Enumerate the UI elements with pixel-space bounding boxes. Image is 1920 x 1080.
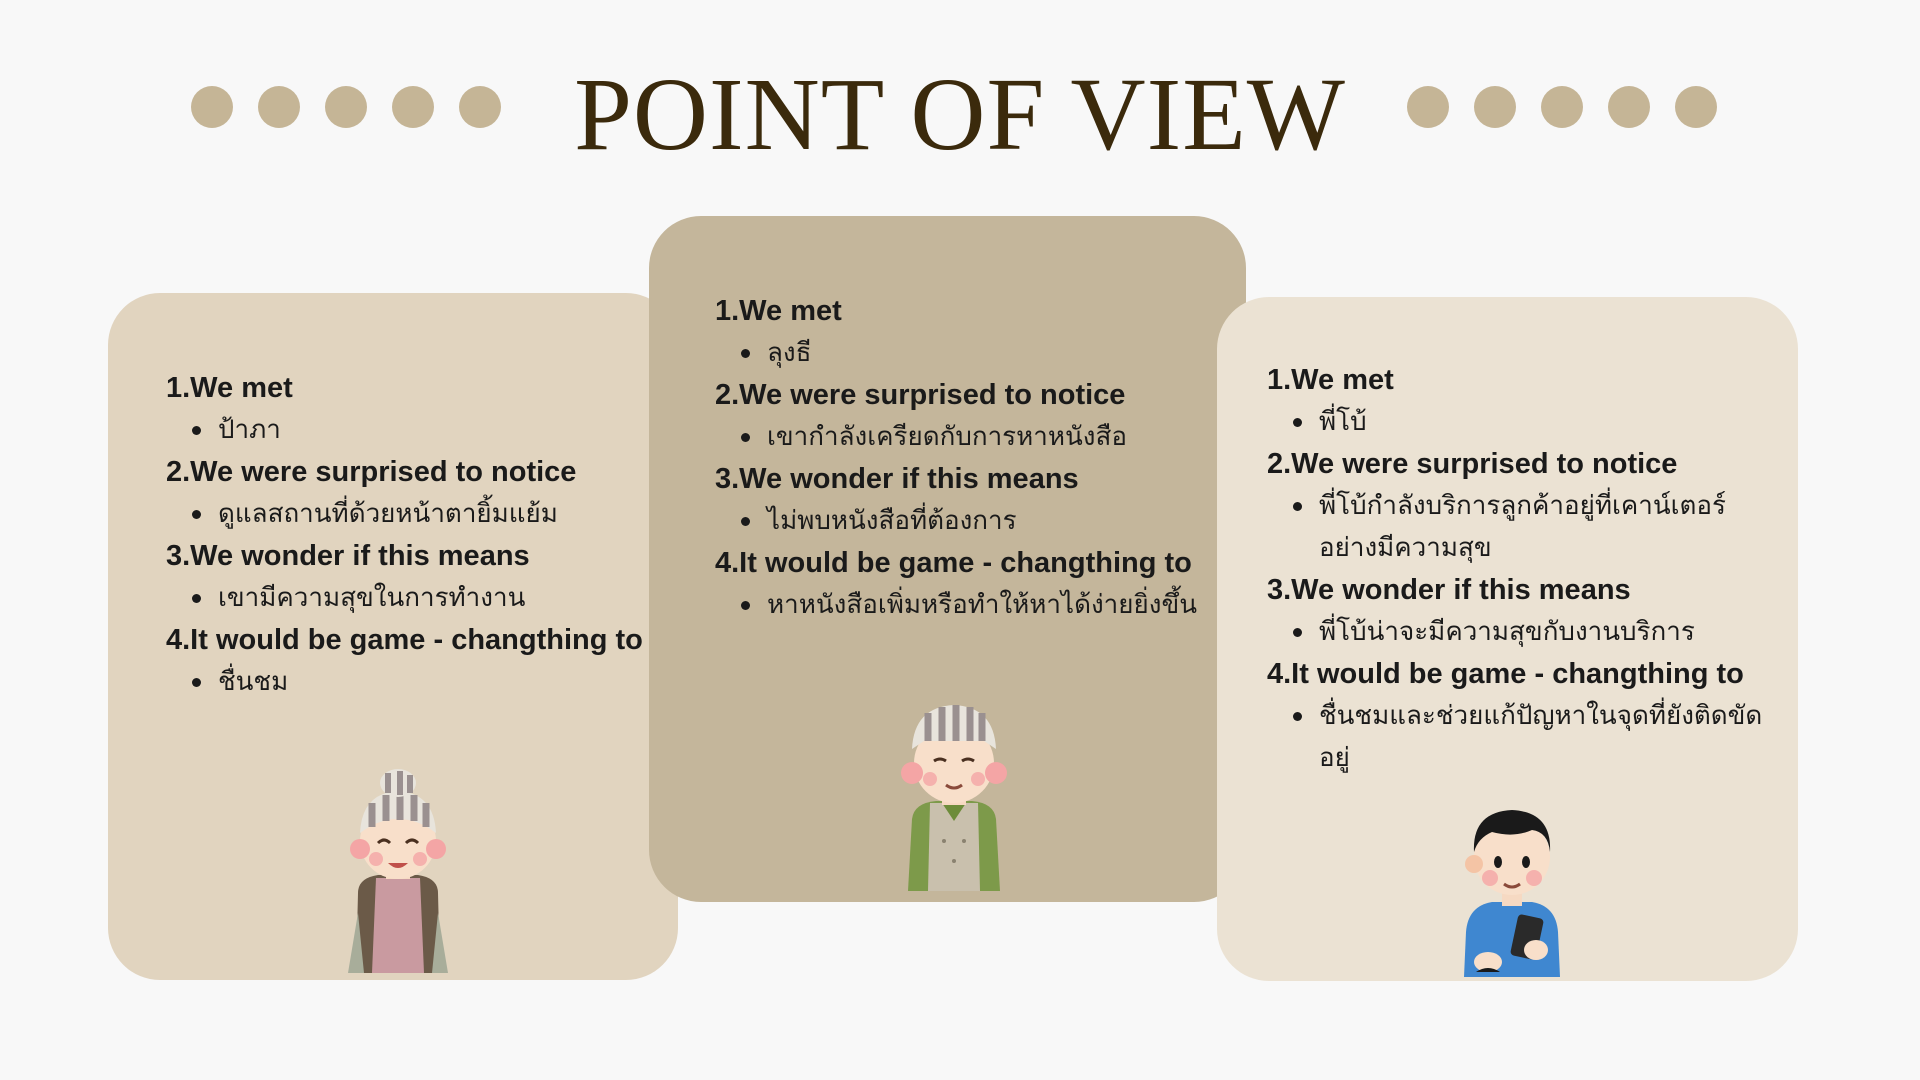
question-met: 1.We met	[715, 295, 842, 327]
question-game-changing: 4.It would be game - changthing to	[166, 624, 643, 656]
answer-wonder: พี่โบ้น่าจะมีความสุขกับงานบริการ	[1267, 611, 1767, 653]
question-surprised: 2.We were surprised to notice	[166, 456, 577, 488]
card-content: 1.We met ป้าภา 2.We were surprised to no…	[166, 367, 656, 703]
question-game-changing: 4.It would be game - changthing to	[715, 547, 1192, 579]
header: POINT OF VIEW	[0, 60, 1920, 170]
answer-game-changing: ชื่นชม	[166, 661, 656, 703]
question-surprised: 2.We were surprised to notice	[715, 379, 1126, 411]
dot	[1608, 86, 1650, 128]
question-game-changing: 4.It would be game - changthing to	[1267, 658, 1744, 690]
right-dots	[1407, 86, 1717, 128]
question-surprised: 2.We were surprised to notice	[1267, 448, 1678, 480]
dot	[1407, 86, 1449, 128]
question-wonder: 3.We wonder if this means	[715, 463, 1079, 495]
dot	[1474, 86, 1516, 128]
card-content: 1.We met พี่โบ้ 2.We were surprised to n…	[1267, 359, 1767, 779]
dot	[1541, 86, 1583, 128]
card-content: 1.We met ลุงธี 2.We were surprised to no…	[715, 290, 1225, 626]
elderly-woman-icon	[348, 769, 448, 973]
answer-game-changing: หาหนังสือเพิ่มหรือทำให้หาได้ง่ายยิ่งขึ้น	[715, 584, 1225, 626]
answer-met: ป้าภา	[166, 409, 656, 451]
answer-surprised: พี่โบ้กำลังบริการลูกค้าอยู่ที่เคาน์เตอร์…	[1267, 485, 1767, 569]
card-pa-pha: 1.We met ป้าภา 2.We were surprised to no…	[108, 293, 678, 980]
question-wonder: 3.We wonder if this means	[1267, 574, 1631, 606]
young-man-with-phone-icon	[1464, 810, 1560, 977]
answer-surprised: เขากำลังเครียดกับการหาหนังสือ	[715, 416, 1225, 458]
card-phee-bo: 1.We met พี่โบ้ 2.We were surprised to n…	[1217, 297, 1798, 981]
answer-wonder: ไม่พบหนังสือที่ต้องการ	[715, 500, 1225, 542]
question-met: 1.We met	[166, 372, 293, 404]
question-wonder: 3.We wonder if this means	[166, 540, 530, 572]
answer-wonder: เขามีความสุขในการทำงาน	[166, 577, 656, 619]
question-met: 1.We met	[1267, 364, 1394, 396]
answer-met: พี่โบ้	[1267, 401, 1767, 443]
dot	[1675, 86, 1717, 128]
answer-surprised: ดูแลสถานที่ด้วยหน้าตายิ้มแย้ม	[166, 493, 656, 535]
card-lung-thee: 1.We met ลุงธี 2.We were surprised to no…	[649, 216, 1246, 902]
answer-game-changing: ชื่นชมและช่วยแก้ปัญหาในจุดที่ยังติดขัดอย…	[1267, 695, 1767, 779]
answer-met: ลุงธี	[715, 332, 1225, 374]
elderly-man-icon	[901, 705, 1007, 891]
